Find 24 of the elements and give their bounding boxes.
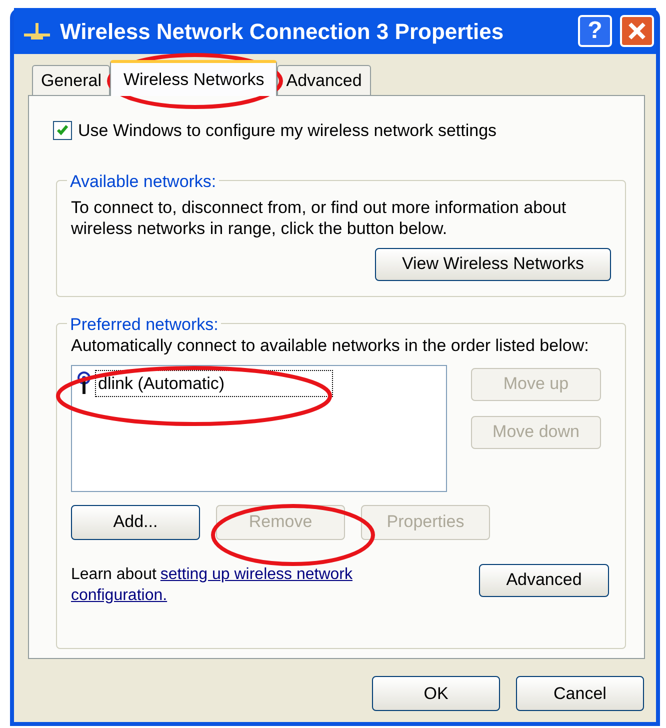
cancel-button[interactable]: Cancel <box>516 676 644 711</box>
check-icon <box>56 124 69 138</box>
description: To connect to, disconnect from, or find out more information about wireless networks in range, click the button below. <box>71 196 568 238</box>
add-button[interactable]: Add... <box>71 504 200 540</box>
antenna-icon <box>22 21 52 41</box>
checkbox-label[interactable]: Use Windows to configure my wireless network settings <box>78 118 497 144</box>
help-button[interactable]: ? <box>578 15 612 47</box>
antenna-icon <box>76 371 92 396</box>
close-button[interactable] <box>620 15 654 47</box>
tab[interactable]: Advanced <box>277 65 371 95</box>
help-link[interactable]: configuration. <box>71 584 168 606</box>
network-item[interactable]: dlink (Automatic) <box>95 370 333 397</box>
window-title: Wireless Network Connection 3 Properties <box>60 18 505 46</box>
view-wireless-networks-button[interactable]: View Wireless Networks <box>375 248 611 280</box>
checkbox[interactable] <box>53 121 72 140</box>
tab[interactable]: Wireless Networks <box>110 60 278 96</box>
close-icon <box>627 21 647 41</box>
help-link[interactable]: setting up wireless network <box>160 564 352 584</box>
learn-text: Learn about <box>71 564 156 584</box>
description: Automatically connect to available networks in the order listed below: <box>71 336 590 356</box>
ok-button[interactable]: OK <box>372 676 500 711</box>
advanced-button[interactable]: Advanced <box>479 564 609 596</box>
network-list[interactable]: dlink (Automatic) <box>71 364 447 492</box>
tab[interactable]: General <box>32 65 110 95</box>
